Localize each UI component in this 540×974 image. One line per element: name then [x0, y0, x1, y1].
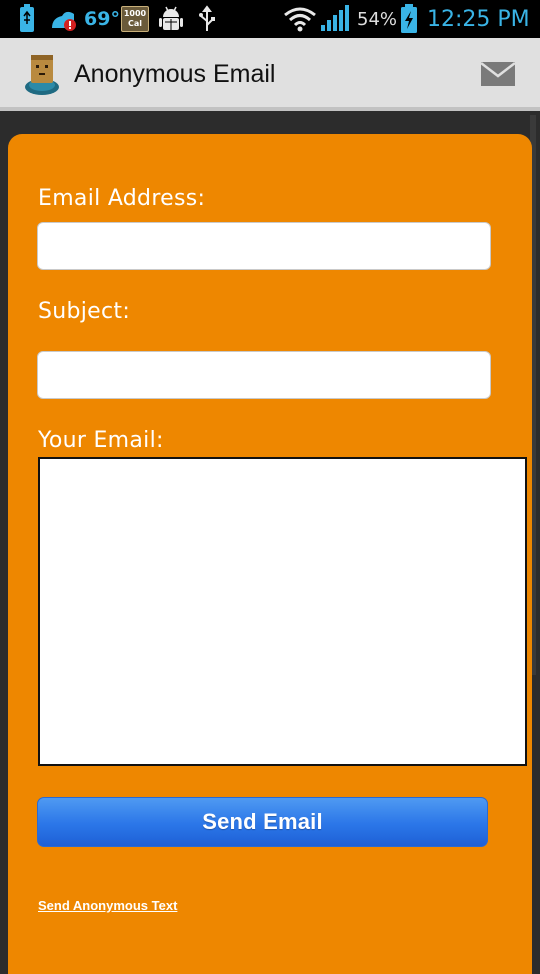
weather-alert-icon: [50, 0, 78, 38]
calorie-icon: 1000 Cal: [121, 0, 149, 38]
action-bar: Anonymous Email: [0, 38, 540, 108]
android-debug-icon: [157, 0, 185, 38]
usb-battery-icon: [16, 0, 38, 38]
battery-charging-icon: [400, 0, 418, 38]
email-form-card: Email Address: Subject: Your Email: Send…: [8, 134, 532, 974]
wifi-icon: [283, 0, 317, 38]
battery-percent-text: 54%: [357, 8, 398, 30]
content-top-gap: [0, 111, 540, 133]
email-body-textarea[interactable]: [38, 457, 527, 766]
status-bar: 69° 1000 Cal 54% 12:25 PM: [0, 0, 540, 38]
signal-icon: [320, 0, 350, 38]
mail-icon[interactable]: [480, 60, 516, 88]
email-address-label: Email Address:: [38, 186, 206, 211]
anonymous-mascot-icon: [22, 52, 62, 96]
send-anonymous-text-link[interactable]: Send Anonymous Text: [38, 898, 177, 913]
usb-icon: [198, 0, 216, 38]
email-address-input[interactable]: [37, 222, 491, 270]
app-title: Anonymous Email: [74, 60, 276, 88]
calorie-badge-number: 1000: [123, 9, 147, 18]
your-email-label: Your Email:: [38, 428, 164, 453]
temperature-text: 69°: [84, 8, 120, 30]
calorie-badge-unit: Cal: [127, 19, 142, 28]
clock-text: 12:25 PM: [427, 6, 530, 32]
subject-label: Subject:: [38, 299, 131, 324]
subject-input[interactable]: [37, 351, 491, 399]
send-email-button[interactable]: Send Email: [37, 797, 488, 847]
